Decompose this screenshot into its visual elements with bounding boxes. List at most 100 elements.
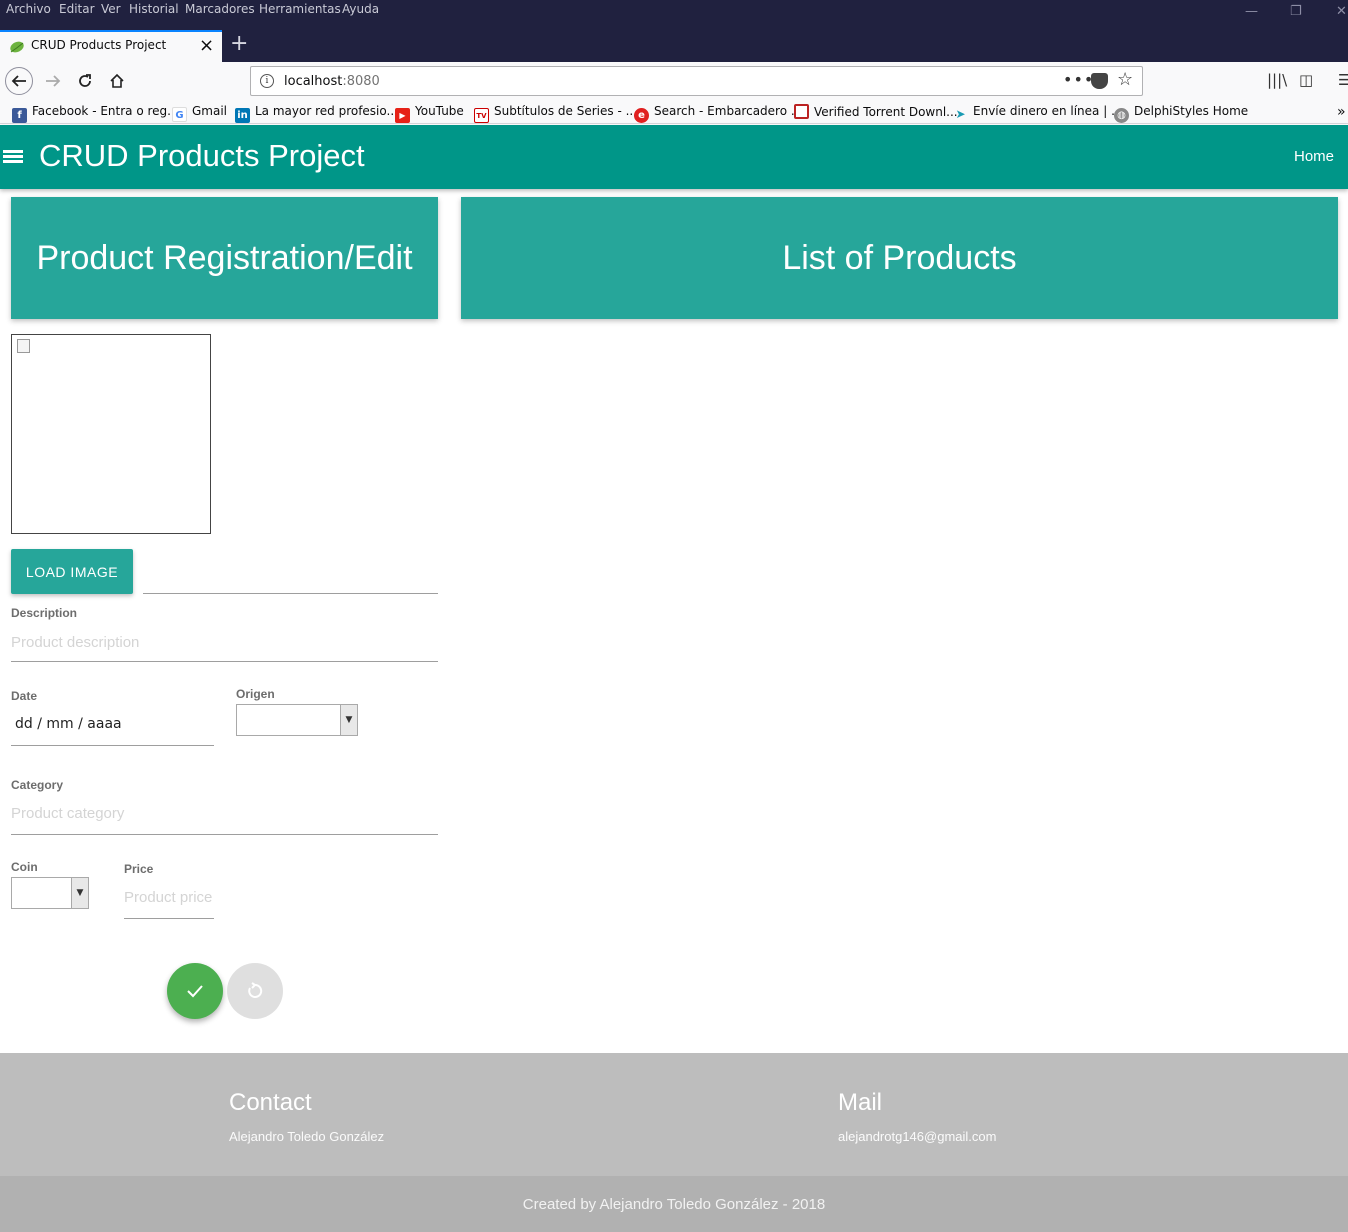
- navigation-toolbar: i localhost:8080 ••• ☆ |||\ ◫ ☰: [0, 62, 1348, 100]
- bookmark-label: Facebook - Entra o reg...: [32, 104, 179, 118]
- bookmark-embarcadero[interactable]: e Search - Embarcadero ...: [634, 104, 802, 123]
- app-brand[interactable]: CRUD Products Project: [39, 138, 365, 174]
- menu-ver[interactable]: Ver: [101, 2, 121, 16]
- menu-archivo[interactable]: Archivo: [6, 2, 51, 16]
- page-footer: Contact Alejandro Toledo González Mail a…: [0, 1053, 1348, 1176]
- library-icon[interactable]: |||\: [1267, 71, 1287, 89]
- menu-icon[interactable]: [3, 150, 23, 164]
- description-underline: [11, 661, 438, 662]
- product-image-preview: [11, 334, 211, 534]
- forward-arrow-icon: [46, 75, 61, 87]
- restore-icon[interactable]: ❐: [1290, 4, 1302, 19]
- browser-menu-icon[interactable]: ☰: [1338, 71, 1348, 89]
- bookmark-gmail[interactable]: G Gmail: [172, 104, 227, 122]
- bookmark-label: DelphiStyles Home: [1134, 104, 1249, 118]
- mail-title: Mail: [838, 1089, 883, 1116]
- bookmark-torrent[interactable]: Verified Torrent Downl...: [794, 104, 958, 119]
- menu-herramientas[interactable]: Herramientas: [259, 2, 341, 16]
- bookmark-label: Gmail: [192, 104, 228, 118]
- origin-label: Origen: [236, 687, 275, 701]
- globe-icon: ◍: [1114, 108, 1129, 123]
- category-underline: [11, 834, 438, 835]
- back-arrow-icon: [11, 75, 26, 87]
- home-icon: [110, 73, 124, 88]
- bookmark-label: La mayor red profesio...: [255, 104, 398, 118]
- bookmark-label: Search - Embarcadero ...: [654, 104, 803, 118]
- file-path-input[interactable]: [143, 593, 438, 594]
- category-input[interactable]: Product category: [11, 805, 124, 822]
- embarcadero-icon: e: [634, 108, 649, 123]
- contact-title: Contact: [229, 1089, 312, 1116]
- window-close-icon[interactable]: ✕: [1336, 4, 1347, 19]
- check-icon: [187, 985, 203, 998]
- browser-menubar: Archivo Editar Ver Historial Marcadores …: [0, 0, 1348, 30]
- bookmark-envie-dinero[interactable]: ➤ Envíe dinero en línea | ...: [953, 104, 1123, 122]
- bookmark-label: Envíe dinero en línea | ...: [973, 104, 1123, 118]
- tv-icon: TV: [474, 108, 489, 123]
- bookmark-star-icon[interactable]: ☆: [1117, 69, 1133, 90]
- money-transfer-icon: ➤: [955, 107, 966, 121]
- bookmarks-overflow-icon[interactable]: »: [1337, 104, 1346, 120]
- sidebar-icon[interactable]: ◫: [1299, 71, 1313, 89]
- site-info-icon[interactable]: i: [260, 74, 274, 88]
- bookmark-label: Verified Torrent Downl...: [814, 105, 958, 119]
- bookmarks-toolbar: f Facebook - Entra o reg... G Gmail in La m…: [0, 100, 1348, 124]
- forward-button[interactable]: [39, 67, 67, 95]
- new-tab-icon[interactable]: +: [230, 31, 248, 56]
- tab-title: CRUD Products Project: [31, 38, 167, 52]
- bookmark-delphistyles[interactable]: ◍ DelphiStyles Home: [1114, 104, 1248, 123]
- footer-copyright: Created by Alejandro Toledo González - 2…: [0, 1176, 1348, 1232]
- bookmark-label: Subtítulos de Series - ...: [494, 104, 638, 118]
- bookmark-linkedin[interactable]: in La mayor red profesio...: [235, 104, 398, 123]
- reset-button[interactable]: [227, 963, 283, 1019]
- url-bar[interactable]: i localhost:8080 ••• ☆: [250, 66, 1143, 96]
- facebook-icon: f: [12, 108, 27, 123]
- back-button[interactable]: [5, 67, 33, 95]
- menu-editar[interactable]: Editar: [59, 2, 95, 16]
- menu-ayuda[interactable]: Ayuda: [342, 2, 379, 16]
- menu-marcadores[interactable]: Marcadores: [185, 2, 255, 16]
- bookmark-youtube[interactable]: ▶ YouTube: [395, 104, 464, 123]
- reset-icon: [248, 982, 263, 998]
- price-underline: [124, 918, 214, 919]
- coin-select[interactable]: ▼: [11, 877, 89, 909]
- description-input[interactable]: Product description: [11, 634, 139, 651]
- tab-close-icon[interactable]: ×: [199, 35, 214, 56]
- mail-address: alejandrotg146@gmail.com: [838, 1129, 997, 1144]
- youtube-icon: ▶: [395, 108, 410, 123]
- products-list-panel-header: List of Products: [461, 197, 1338, 319]
- chevron-down-icon: ▼: [71, 878, 88, 908]
- bookmark-label: YouTube: [415, 104, 464, 118]
- broken-image-icon: [17, 339, 30, 353]
- bookmark-subtitulos[interactable]: TV Subtítulos de Series - ...: [474, 104, 637, 123]
- category-label: Category: [11, 778, 64, 792]
- registration-panel-header: Product Registration/Edit: [11, 197, 438, 319]
- google-icon: G: [172, 107, 187, 122]
- save-button[interactable]: [167, 963, 223, 1019]
- page-actions-icon[interactable]: •••: [1063, 70, 1094, 89]
- bookmark-facebook[interactable]: f Facebook - Entra o reg...: [12, 104, 179, 123]
- spring-leaf-icon: [10, 41, 24, 53]
- app-navbar: CRUD Products Project Home: [0, 125, 1348, 189]
- load-image-button[interactable]: LOAD IMAGE: [11, 549, 133, 594]
- date-underline: [11, 745, 214, 746]
- date-input[interactable]: dd / mm / aaaa: [15, 716, 122, 732]
- price-input[interactable]: Product price: [124, 889, 214, 906]
- date-label: Date: [11, 689, 38, 703]
- reload-icon: [79, 74, 91, 87]
- reload-button[interactable]: [71, 67, 99, 95]
- nav-home-link[interactable]: Home: [1294, 148, 1334, 165]
- pocket-icon[interactable]: [1091, 73, 1108, 89]
- menu-historial[interactable]: Historial: [129, 2, 179, 16]
- tab-strip: CRUD Products Project × +: [0, 30, 1348, 62]
- torrent-icon: [794, 104, 809, 119]
- origin-select[interactable]: ▼: [236, 704, 358, 736]
- linkedin-icon: in: [235, 108, 250, 123]
- url-port: :8080: [342, 74, 380, 89]
- coin-label: Coin: [11, 860, 38, 874]
- description-label: Description: [11, 606, 78, 620]
- minimize-icon[interactable]: —: [1245, 4, 1258, 19]
- browser-tab[interactable]: CRUD Products Project ×: [0, 30, 222, 62]
- home-button[interactable]: [103, 67, 131, 95]
- chevron-down-icon: ▼: [340, 705, 357, 735]
